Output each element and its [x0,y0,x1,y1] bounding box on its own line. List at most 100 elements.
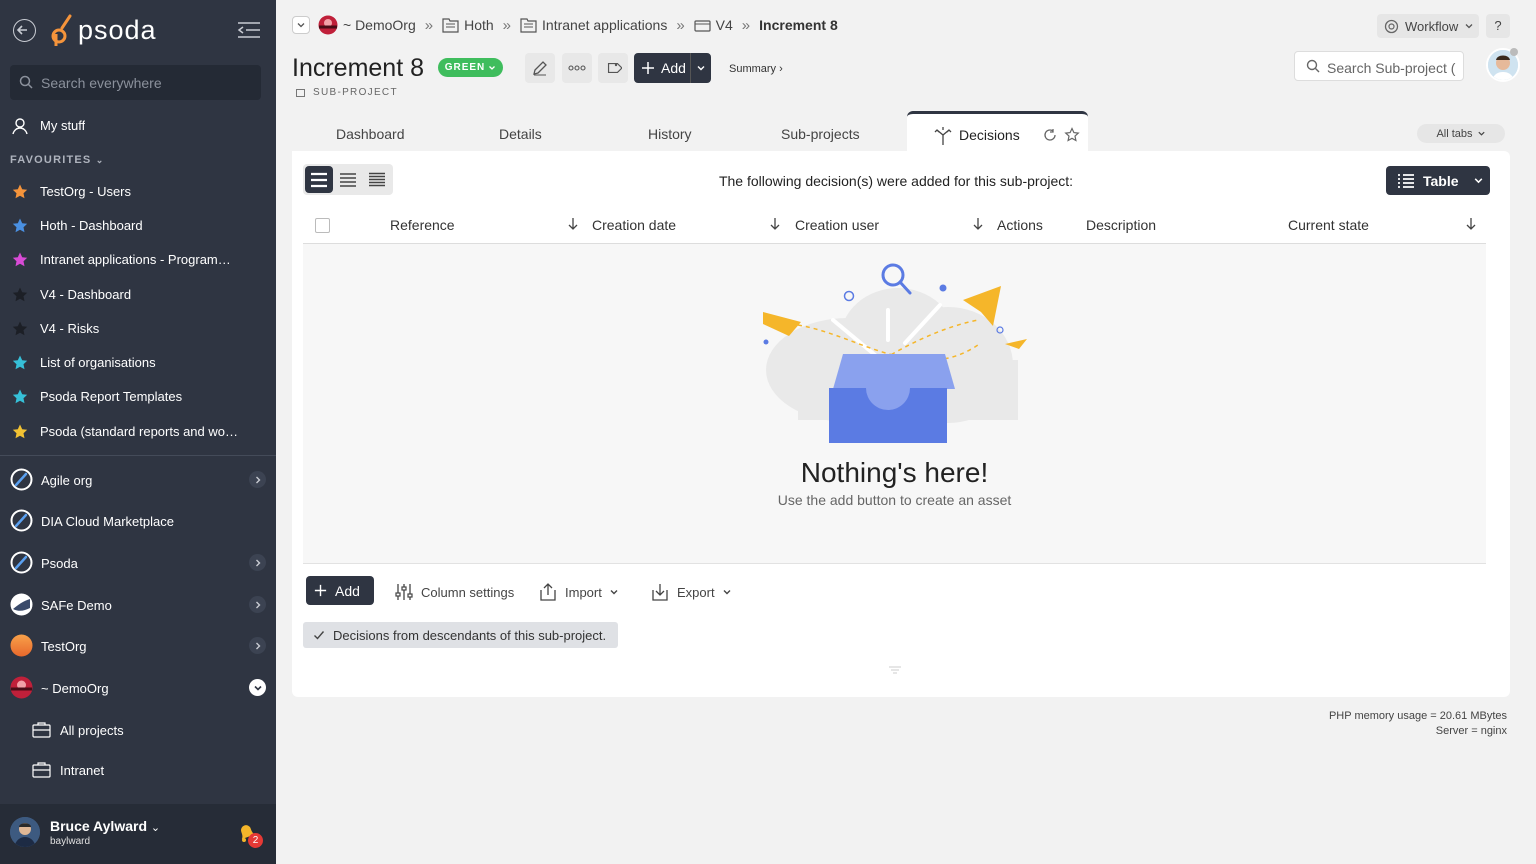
expand-button[interactable] [249,596,266,613]
workflow-icon [1384,19,1399,33]
sort-arrow-icon[interactable] [1465,216,1477,232]
back-button[interactable] [13,19,36,42]
psoda-logo[interactable]: psoda [50,12,157,48]
programme-icon [442,18,459,33]
search-everywhere-input[interactable]: Search everywhere [10,65,261,100]
resize-grip-icon[interactable] [888,665,902,675]
sidebar-item-my-stuff[interactable]: My stuff [0,111,276,139]
select-all-checkbox[interactable] [315,218,330,233]
favourite-item[interactable]: Psoda (standard reports and work… [0,417,276,445]
favourite-item[interactable]: List of organisations [0,348,276,376]
tab-dashboard[interactable]: Dashboard [336,126,405,142]
favourite-label: Psoda (standard reports and work… [40,424,240,439]
help-button[interactable]: ? [1486,14,1510,38]
organisation-item[interactable]: Agile org [0,463,276,497]
breadcrumb-demoorg[interactable]: ~ DemoOrg [318,15,416,35]
breadcrumb-v4[interactable]: V4 [694,17,733,33]
column-settings-button[interactable]: Column settings [394,582,514,602]
organisation-item[interactable]: TestOrg [0,629,276,663]
sort-arrow-icon[interactable] [769,216,781,232]
column-header-reference[interactable]: Reference [390,217,455,233]
import-button[interactable]: Import [538,582,619,602]
organisation-avatar [10,676,33,699]
favourite-item[interactable]: V4 - Risks [0,314,276,342]
briefcase-icon [32,722,51,738]
sort-arrow-icon[interactable] [567,216,579,232]
breadcrumb-separator: » [502,16,512,34]
search-sub-project-input[interactable]: Search Sub-project ( [1294,51,1464,81]
tab-sub-projects[interactable]: Sub-projects [781,126,860,142]
breadcrumb-label: V4 [715,17,733,33]
favourite-item[interactable]: V4 - Dashboard [0,280,276,308]
programme-icon [520,18,537,33]
breadcrumb-intranet-applications[interactable]: Intranet applications [520,17,667,33]
sidebar: psoda Search everywhere My stuff FAVOURI… [0,0,276,864]
plus-icon [314,584,327,597]
export-button[interactable]: Export [650,582,732,602]
breadcrumb-label: Hoth [464,17,494,33]
footer-add-button[interactable]: Add [306,576,374,605]
density-dense-button[interactable] [363,166,391,193]
star-icon[interactable] [1064,127,1080,143]
column-header-creation-user[interactable]: Creation user [795,217,879,233]
breadcrumb-label: Increment 8 [759,17,838,33]
more-actions-button[interactable] [562,53,592,83]
empty-inbox-illustration [763,263,1027,443]
avatar[interactable] [10,817,40,847]
organisation-avatar [10,509,33,532]
add-button[interactable]: Add [634,53,711,83]
tag-icon [607,62,622,74]
all-tabs-button[interactable]: All tabs [1417,124,1505,143]
chevron-down-icon [723,590,731,595]
column-header-creation-date[interactable]: Creation date [592,217,676,233]
tab-history[interactable]: History [648,126,692,142]
tab-details[interactable]: Details [499,126,542,142]
expand-button[interactable] [249,554,266,571]
breadcrumb-hoth[interactable]: Hoth [442,17,494,33]
edit-button[interactable] [525,53,555,83]
favourite-item[interactable]: Intranet applications - Programme… [0,245,276,273]
organisation-item[interactable]: Psoda [0,546,276,580]
descendants-filter-toggle[interactable]: Decisions from descendants of this sub-p… [303,622,618,648]
breadcrumb: ~ DemoOrg » Hoth » Intranet applications… [292,14,838,36]
rag-status-badge[interactable]: GREEN [438,58,503,77]
favourite-item[interactable]: TestOrg - Users [0,177,276,205]
organisation-item[interactable]: ~ DemoOrg [0,671,276,705]
user-panel[interactable]: Bruce Aylward ⌄ baylward 2 [0,804,276,864]
workflow-button[interactable]: Workflow [1377,14,1479,38]
org-sub-item[interactable]: All projects [0,713,276,747]
favourite-item[interactable]: Psoda Report Templates [0,382,276,410]
tag-button[interactable] [598,53,628,83]
breadcrumb-dropdown-button[interactable] [292,16,310,34]
empty-state-subtitle: Use the add button to create an asset [777,492,1012,508]
organisation-item[interactable]: DIA Cloud Marketplace [0,504,276,538]
page-scrollbar[interactable] [1527,0,1536,864]
add-dropdown-toggle[interactable] [690,53,711,83]
density-comfortable-button[interactable] [305,166,333,193]
summary-link[interactable]: Summary › [729,63,783,75]
add-label: Add [661,60,686,76]
chevron-down-icon [253,685,262,691]
favourites-heading[interactable]: FAVOURITES ⌄ [10,154,105,166]
sort-arrow-icon[interactable] [972,216,984,232]
favourite-item[interactable]: Hoth - Dashboard [0,211,276,239]
column-header-description[interactable]: Description [1086,217,1156,233]
tab-decisions[interactable]: Decisions [907,111,1088,153]
expand-button[interactable] [249,471,266,488]
plus-icon [642,62,654,74]
density-compact-button[interactable] [334,166,362,193]
column-header-current-state[interactable]: Current state [1288,217,1369,233]
refresh-icon[interactable] [1043,128,1057,142]
organisation-item[interactable]: SAFe Demo [0,588,276,622]
collapse-sidebar-button[interactable] [236,20,262,40]
view-mode-button[interactable]: Table [1386,166,1490,195]
chevron-down-icon [610,590,618,595]
add-label: Add [335,582,360,599]
favourite-label: V4 - Risks [40,321,100,336]
org-sub-item[interactable]: Intranet [0,753,276,787]
chevron-right-icon [255,642,260,649]
expand-button[interactable] [249,637,266,654]
collapse-button[interactable] [249,679,266,696]
presence-indicator [1510,48,1518,56]
column-header-actions[interactable]: Actions [997,217,1043,233]
